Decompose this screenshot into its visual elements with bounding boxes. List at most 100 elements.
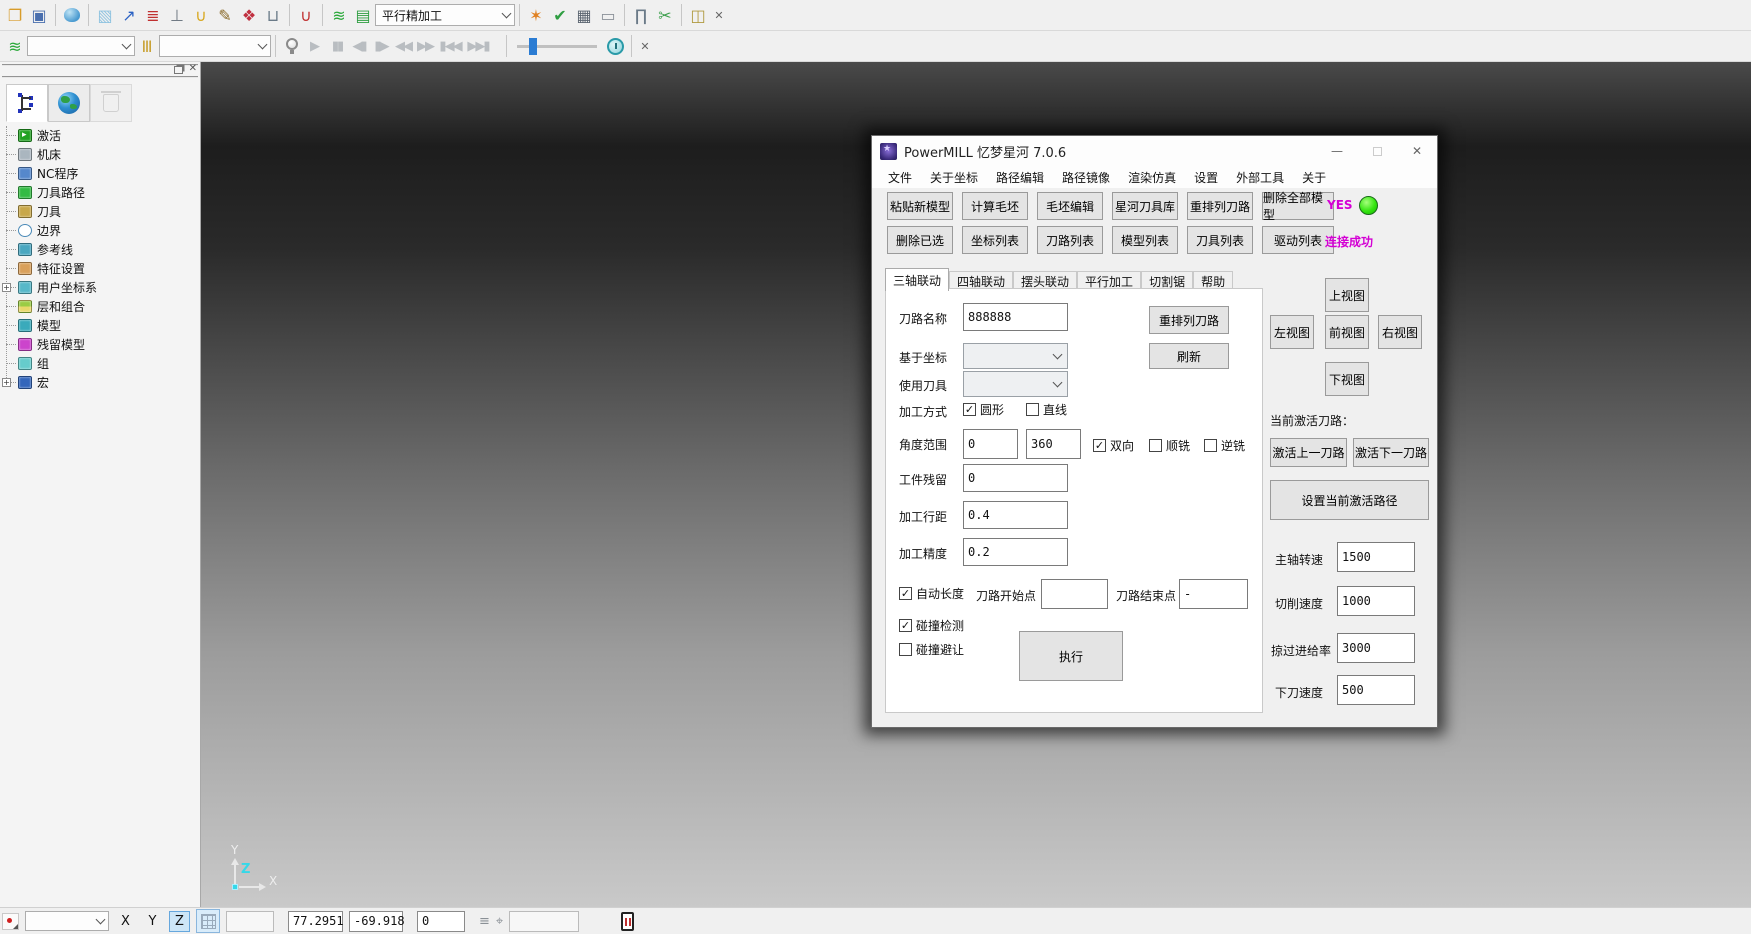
curve-pencil-icon[interactable]: ✎: [213, 3, 237, 27]
step-forward-icon[interactable]: ▮▶: [370, 39, 392, 54]
paste-new-model-button[interactable]: 粘贴新模型: [887, 192, 953, 220]
explorer-tab-globe[interactable]: [48, 84, 90, 122]
grid-toggle[interactable]: [196, 909, 220, 933]
view-top-button[interactable]: 上视图: [1325, 278, 1369, 312]
tree-item-toolpaths[interactable]: 刀具路径: [4, 183, 196, 202]
toolpath-spiral-icon[interactable]: ≋: [327, 3, 351, 27]
toolpath-list-button[interactable]: 刀路列表: [1037, 226, 1103, 254]
menu-coords[interactable]: 关于坐标: [930, 169, 978, 186]
end-point-input[interactable]: [1179, 579, 1248, 609]
record-dot-icon[interactable]: [2, 913, 19, 930]
auto-length-checkbox[interactable]: ✓ 自动长度: [899, 585, 964, 602]
delete-selected-button[interactable]: 删除已选: [887, 226, 953, 254]
goto-end-icon[interactable]: ▶▶▮: [464, 39, 492, 54]
explorer-tab-trash[interactable]: [90, 84, 132, 122]
menu-ext-tools[interactable]: 外部工具: [1236, 169, 1284, 186]
tree-item-machine[interactable]: 机床: [4, 145, 196, 164]
step-back-icon[interactable]: ◀▮: [348, 39, 370, 54]
tools-icon[interactable]: Ⅲ: [135, 34, 159, 58]
tool-select-dropdown[interactable]: [159, 35, 271, 57]
view-front-button[interactable]: 前视图: [1325, 315, 1369, 349]
rearrange-button[interactable]: 重排列刀路: [1149, 306, 1229, 334]
pattern-points-icon[interactable]: ❖: [237, 3, 261, 27]
tool-block-icon[interactable]: ⊔: [261, 3, 285, 27]
model-list-button[interactable]: 模型列表: [1112, 226, 1178, 254]
extra-field[interactable]: [509, 911, 579, 932]
menu-settings[interactable]: 设置: [1194, 169, 1218, 186]
panel-grip[interactable]: [2, 64, 198, 78]
menu-path-edit[interactable]: 路径编辑: [996, 169, 1044, 186]
explorer-tab-tree[interactable]: [6, 84, 48, 122]
x-axis-toggle[interactable]: X: [115, 911, 136, 932]
toolbar-close-icon[interactable]: ✕: [636, 37, 654, 55]
start-point-input[interactable]: [1041, 579, 1108, 609]
activate-next-button[interactable]: 激活下一刀路: [1353, 438, 1429, 467]
tool-create-icon[interactable]: ⊥: [165, 3, 189, 27]
tool-list-button[interactable]: 刀具列表: [1187, 226, 1253, 254]
conventional-checkbox[interactable]: 逆铣: [1204, 437, 1245, 454]
clipping-scissors-icon[interactable]: ✂: [653, 3, 677, 27]
tree-item-stock-models[interactable]: 残留模型: [4, 335, 196, 354]
climb-checkbox[interactable]: 顺铣: [1149, 437, 1190, 454]
grid-size-field[interactable]: [226, 911, 274, 932]
y-axis-toggle[interactable]: Y: [142, 911, 163, 932]
toolpath-spiral-icon[interactable]: ≋: [3, 34, 27, 58]
toolbar-close-icon[interactable]: ✕: [710, 6, 728, 24]
tree-item-activate[interactable]: ▸ 激活: [4, 126, 196, 145]
tree-item-models[interactable]: 模型: [4, 316, 196, 335]
tree-item-tools[interactable]: 刀具: [4, 202, 196, 221]
save-project-icon[interactable]: ▣: [27, 3, 51, 27]
maximize-button[interactable]: [1357, 136, 1397, 166]
angle-from-input[interactable]: [963, 429, 1018, 459]
toolpath-name-input[interactable]: [963, 303, 1068, 331]
drive-list-button[interactable]: 驱动列表: [1262, 226, 1334, 254]
tree-item-patterns[interactable]: 参考线: [4, 240, 196, 259]
lightbulb-icon[interactable]: [280, 34, 304, 58]
goto-start-icon[interactable]: ▮◀◀: [436, 39, 464, 54]
search-forward-icon[interactable]: ▶▶: [414, 39, 436, 54]
calc-block-button[interactable]: 计算毛坯: [962, 192, 1028, 220]
tree-item-levels[interactable]: 层和组合: [4, 297, 196, 316]
verify-check-icon[interactable]: ✔: [548, 3, 572, 27]
feed-rate-icon[interactable]: ∪: [294, 3, 318, 27]
block-icon[interactable]: ▧: [93, 3, 117, 27]
expand-icon[interactable]: +: [2, 378, 11, 387]
cylinders-compare-icon[interactable]: ◫: [686, 3, 710, 27]
calculator-icon[interactable]: ▦: [572, 3, 596, 27]
coord-y-field[interactable]: -69.918: [349, 911, 403, 932]
skim-feed-input[interactable]: [1337, 633, 1415, 663]
minimize-button[interactable]: —: [1317, 136, 1357, 166]
cutting-speed-input[interactable]: [1337, 586, 1415, 616]
play-icon[interactable]: ▶: [304, 39, 326, 54]
tree-item-workplanes[interactable]: + 用户坐标系: [4, 278, 196, 297]
expand-icon[interactable]: +: [2, 283, 11, 292]
view-left-button[interactable]: 左视图: [1270, 315, 1314, 349]
pause-icon[interactable]: ▮▮: [326, 39, 348, 54]
z-heights-icon[interactable]: ≣: [141, 3, 165, 27]
set-active-path-button[interactable]: 设置当前激活路径: [1270, 480, 1429, 520]
close-button[interactable]: ✕: [1397, 136, 1437, 166]
angle-to-input[interactable]: [1026, 429, 1081, 459]
tree-item-nc-programs[interactable]: NC程序: [4, 164, 196, 183]
mode-line-checkbox[interactable]: 直线: [1026, 401, 1067, 418]
strategy-dropdown[interactable]: 平行精加工: [375, 4, 515, 26]
coord-z-field[interactable]: 0: [417, 911, 465, 932]
view-right-button[interactable]: 右视图: [1378, 315, 1422, 349]
tree-item-groups[interactable]: 组: [4, 354, 196, 373]
z-axis-toggle[interactable]: Z: [169, 911, 190, 932]
ruler-icon[interactable]: ▭: [596, 3, 620, 27]
stepover-input[interactable]: [963, 501, 1068, 529]
toolpath-select-dropdown[interactable]: [27, 36, 135, 56]
mode-circle-checkbox[interactable]: ✓ 圆形: [963, 401, 1004, 418]
rearrange-toolpaths-button[interactable]: 重排列刀路: [1187, 192, 1253, 220]
activate-prev-button[interactable]: 激活上一刀路: [1270, 438, 1347, 467]
dialog-titlebar[interactable]: PowerMILL 忆梦星河 7.0.6 — ✕: [872, 136, 1437, 166]
coord-dropdown[interactable]: [963, 343, 1068, 369]
menu-about[interactable]: 关于: [1302, 169, 1326, 186]
pause-device-icon[interactable]: [621, 912, 634, 931]
collision-check-icon[interactable]: ∪: [189, 3, 213, 27]
execute-button[interactable]: 执行: [1019, 631, 1123, 681]
teapot-icon[interactable]: [60, 3, 84, 27]
speed-slider-handle[interactable]: [529, 38, 537, 55]
toolpath-connections-icon[interactable]: ↗: [117, 3, 141, 27]
